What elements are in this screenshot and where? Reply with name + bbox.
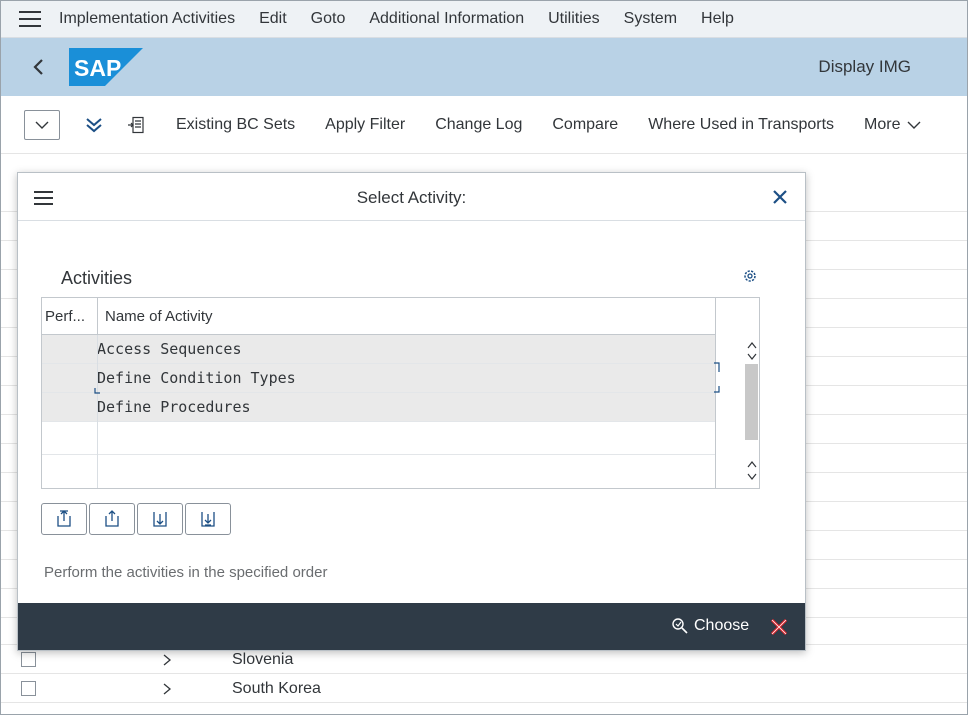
change-log-button[interactable]: Change Log — [435, 116, 522, 134]
table-row[interactable] — [42, 455, 715, 488]
where-used-in-transports-button[interactable]: Where Used in Transports — [648, 116, 834, 134]
menu-goto[interactable]: Goto — [311, 10, 346, 28]
chevron-down-icon — [35, 121, 49, 129]
column-divider — [97, 298, 98, 335]
more-label: More — [864, 115, 901, 133]
order-hint-text: Perform the activities in the specified … — [44, 564, 328, 581]
menu-icon[interactable] — [19, 11, 41, 27]
scroll-up-icon[interactable] — [746, 459, 758, 469]
activity-name: Access Sequences — [97, 340, 242, 358]
activity-name: Define Procedures — [97, 398, 251, 416]
choose-button[interactable]: Choose — [671, 617, 749, 635]
menu-edit[interactable]: Edit — [259, 10, 287, 28]
sap-logo: SAP — [69, 48, 143, 86]
move-down-icon — [153, 512, 167, 527]
list-item-label: South Korea — [232, 679, 321, 697]
move-to-top-icon — [57, 510, 71, 527]
menu-bar: Implementation Activities Edit Goto Addi… — [1, 1, 967, 38]
settings-gear-icon[interactable] — [742, 268, 758, 284]
table-header: Perf... Name of Activity — [42, 298, 715, 335]
scrollbar-thumb[interactable] — [745, 364, 758, 440]
back-icon[interactable] — [29, 57, 49, 77]
list-item-label: Slovenia — [232, 650, 294, 668]
close-icon[interactable] — [771, 188, 789, 206]
move-to-bottom-button[interactable] — [185, 503, 231, 535]
menu-additional-information[interactable]: Additional Information — [369, 10, 524, 28]
menu-implementation-activities[interactable]: Implementation Activities — [59, 10, 235, 28]
move-to-bottom-icon — [201, 512, 215, 527]
page-title: Display IMG — [818, 57, 911, 76]
compare-button[interactable]: Compare — [552, 116, 618, 134]
activities-title: Activities — [61, 268, 133, 288]
chevron-right-icon[interactable] — [161, 683, 173, 695]
cancel-icon[interactable] — [768, 616, 790, 638]
scroll-down-icon[interactable] — [746, 472, 758, 482]
existing-bc-sets-button[interactable]: Existing BC Sets — [176, 116, 295, 134]
menu-system[interactable]: System — [624, 10, 677, 28]
move-down-button[interactable] — [137, 503, 183, 535]
more-button[interactable]: More — [864, 116, 920, 134]
shell-header: SAP Display IMG — [1, 38, 967, 96]
menu-help[interactable]: Help — [701, 10, 734, 28]
column-header-name-of-activity[interactable]: Name of Activity — [105, 308, 213, 325]
focus-outline — [94, 362, 720, 394]
menu-utilities[interactable]: Utilities — [548, 10, 600, 28]
sort-button-row — [41, 503, 231, 535]
row-checkbox[interactable] — [21, 652, 36, 667]
dialog-title: Select Activity: — [356, 188, 467, 207]
dropdown-button[interactable] — [24, 109, 60, 140]
choose-label: Choose — [694, 617, 750, 634]
row-checkbox[interactable] — [21, 681, 36, 696]
list-item[interactable]: South Korea — [1, 674, 967, 703]
document-export-icon[interactable] — [124, 113, 148, 137]
column-divider — [97, 335, 98, 488]
dialog-footer: Choose — [18, 603, 805, 650]
scroll-down-icon[interactable] — [746, 352, 758, 362]
move-up-button[interactable] — [89, 503, 135, 535]
dialog-header: Select Activity: — [18, 173, 805, 221]
table-row[interactable]: Define Procedures — [42, 393, 715, 422]
scroll-up-icon[interactable] — [746, 340, 758, 350]
move-up-icon — [105, 510, 119, 527]
sap-logo-text: SAP — [74, 55, 121, 81]
toolbar: Existing BC Sets Apply Filter Change Log… — [1, 96, 967, 154]
apply-filter-button[interactable]: Apply Filter — [325, 116, 405, 134]
chevron-down-icon — [907, 121, 920, 129]
select-activity-dialog: Select Activity: Activities Perf... Name… — [17, 172, 806, 651]
double-chevron-down-icon[interactable] — [82, 113, 106, 137]
column-header-perf[interactable]: Perf... — [45, 308, 85, 325]
activities-table: Perf... Name of Activity Access Sequence… — [41, 297, 760, 489]
table-row[interactable] — [42, 422, 715, 455]
move-to-top-button[interactable] — [41, 503, 87, 535]
search-choose-icon — [672, 618, 688, 634]
table-row[interactable]: Access Sequences — [42, 335, 715, 364]
chevron-right-icon[interactable] — [161, 654, 173, 666]
